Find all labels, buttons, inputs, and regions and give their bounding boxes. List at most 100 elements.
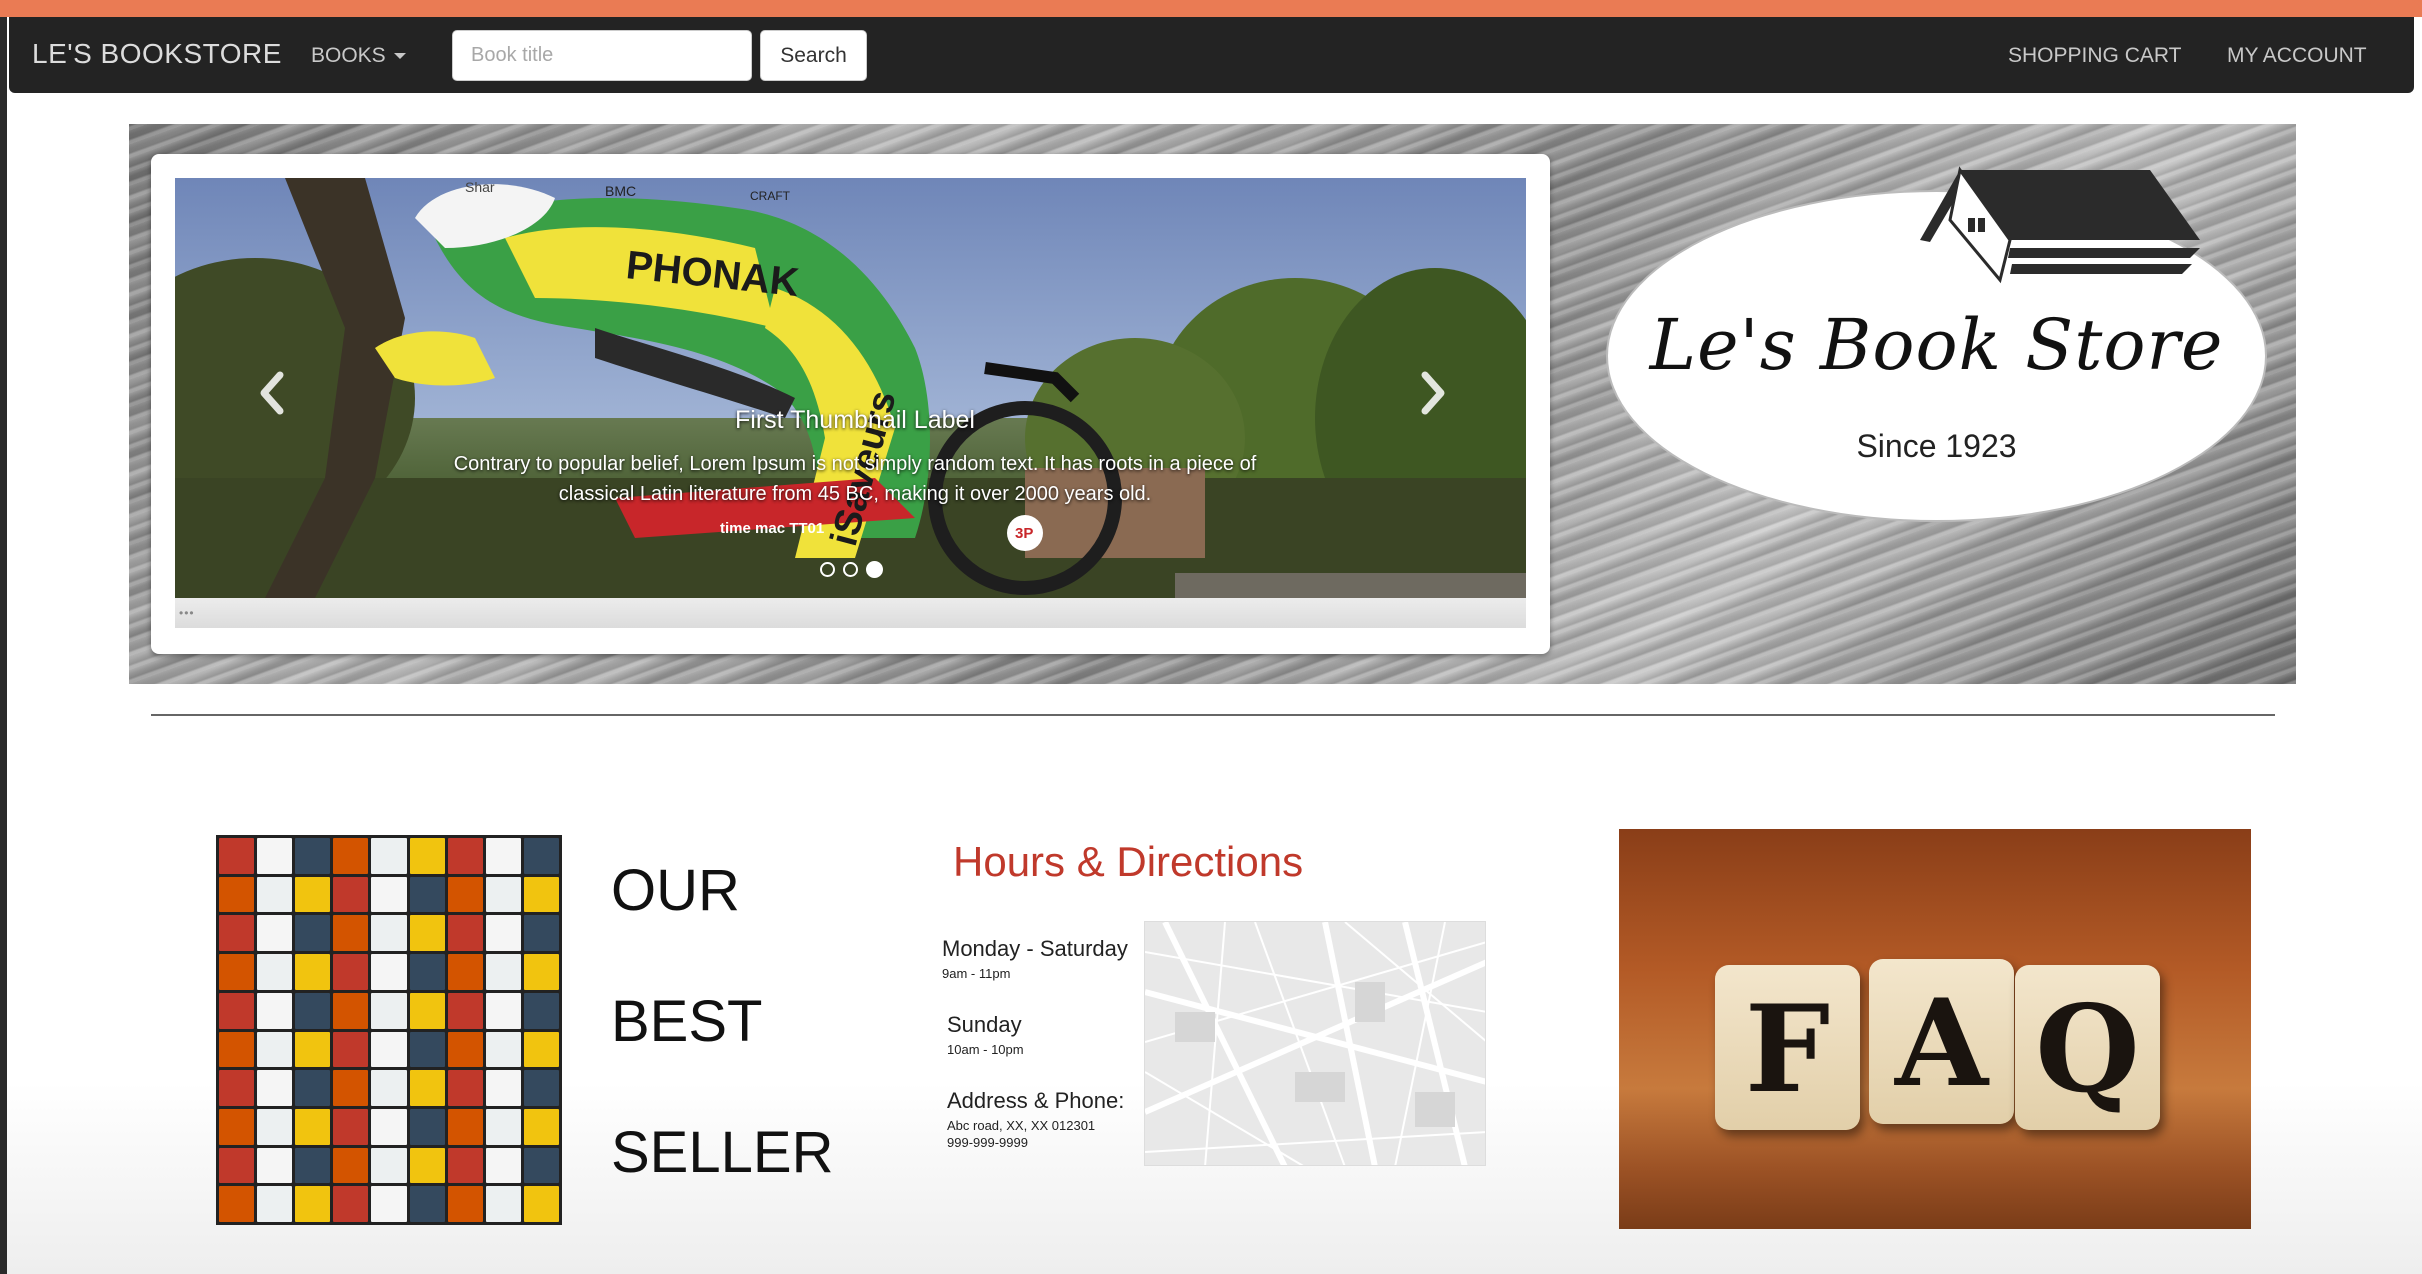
faq-block-f: F <box>1715 965 1860 1130</box>
carousel-prev-button[interactable] <box>250 363 290 423</box>
address-text: Abc road, XX, XX 012301 <box>947 1118 1096 1133</box>
my-account-link[interactable]: MY ACCOUNT <box>2227 44 2367 68</box>
caret-down-icon <box>393 53 406 60</box>
book-title-search-input[interactable] <box>452 30 752 81</box>
book-cover <box>371 876 407 913</box>
books-dropdown[interactable]: BOOKS <box>311 44 406 68</box>
book-cover <box>485 1031 521 1068</box>
book-cover <box>485 1070 521 1106</box>
book-cover <box>295 1108 331 1145</box>
faq-block-q: Q <box>2015 965 2160 1130</box>
book-cover <box>523 1108 559 1145</box>
book-cover <box>371 992 407 1029</box>
carousel-indicator-2[interactable] <box>843 562 858 577</box>
street-map-graphic <box>1145 922 1485 1165</box>
caption-title: First Thumbnail Label <box>735 406 975 434</box>
book-cover <box>257 915 293 952</box>
directions-map[interactable] <box>1144 921 1486 1166</box>
book-cover <box>295 915 331 952</box>
book-cover <box>219 838 255 874</box>
book-cover <box>333 992 369 1029</box>
book-cover <box>257 876 293 913</box>
carousel-next-button[interactable] <box>1415 363 1455 423</box>
weekday-time: 9am - 11pm <box>942 966 1011 981</box>
bestseller-word-our[interactable]: OUR <box>611 857 740 924</box>
bestseller-books-image[interactable] <box>216 835 562 1225</box>
book-cover <box>447 992 483 1029</box>
chevron-right-icon <box>1421 371 1445 415</box>
store-logo-since: Since 1923 <box>1856 428 2017 464</box>
book-cover <box>523 915 559 952</box>
book-cover <box>333 1070 369 1106</box>
brand-link[interactable]: LE'S BOOKSTORE <box>32 38 282 70</box>
book-cover <box>219 1147 255 1184</box>
hub-logo-text: 3P <box>1015 525 1033 542</box>
book-cover <box>523 992 559 1029</box>
carousel-indicator-3-active[interactable] <box>866 561 883 578</box>
store-logo-name: Le's Book Store <box>1649 304 2224 386</box>
book-cover <box>333 1147 369 1184</box>
section-divider <box>151 714 2275 716</box>
book-cover <box>485 1147 521 1184</box>
book-cover <box>523 876 559 913</box>
bestseller-word-seller[interactable]: SELLER <box>611 1119 833 1186</box>
book-cover <box>295 1147 331 1184</box>
book-cover <box>333 876 369 913</box>
book-cover <box>219 1186 255 1222</box>
book-cover <box>219 876 255 913</box>
book-cover <box>485 954 521 990</box>
carousel-footer-bar: ••• <box>175 598 1526 628</box>
book-cover <box>371 1031 407 1068</box>
book-cover <box>409 1070 445 1106</box>
phone-text: 999-999-9999 <box>947 1135 1028 1150</box>
top-accent-stripe <box>0 0 2422 17</box>
book-cover <box>409 1031 445 1068</box>
book-cover <box>219 1108 255 1145</box>
book-cover <box>447 876 483 913</box>
book-cover <box>409 1147 445 1184</box>
helmet-text: Shar <box>465 179 495 195</box>
book-cover <box>371 954 407 990</box>
book-cover <box>295 876 331 913</box>
search-button[interactable]: Search <box>760 30 867 81</box>
book-cover <box>295 838 331 874</box>
book-cover <box>371 1186 407 1222</box>
book-cover <box>257 992 293 1029</box>
book-cover <box>447 915 483 952</box>
hours-directions-title[interactable]: Hours & Directions <box>953 838 1303 886</box>
shopping-cart-link[interactable]: SHOPPING CART <box>2008 44 2181 68</box>
book-cover <box>257 1070 293 1106</box>
carousel-indicator-1[interactable] <box>820 562 835 577</box>
book-cover <box>523 1031 559 1068</box>
navbar: LE'S BOOKSTORE BOOKS Search SHOPPING CAR… <box>9 17 2414 93</box>
books-dropdown-label: BOOKS <box>311 44 386 67</box>
carousel-caption: First Thumbnail Label Contrary to popula… <box>415 406 1295 509</box>
book-cover <box>257 1031 293 1068</box>
book-cover <box>371 838 407 874</box>
house-book-icon <box>1920 166 2200 284</box>
jersey-brand-text: CRAFT <box>750 189 791 203</box>
book-cover <box>523 838 559 874</box>
carousel-indicators <box>820 561 883 578</box>
book-cover <box>371 915 407 952</box>
book-cover <box>333 1186 369 1222</box>
book-cover <box>409 1108 445 1145</box>
book-cover <box>257 1186 293 1222</box>
bestseller-word-best[interactable]: BEST <box>611 988 763 1055</box>
faq-block-a: A <box>1869 959 2014 1124</box>
book-cover <box>485 838 521 874</box>
book-cover <box>219 1070 255 1106</box>
book-cover <box>295 992 331 1029</box>
book-cover <box>447 1147 483 1184</box>
book-cover <box>257 1147 293 1184</box>
book-cover <box>523 954 559 990</box>
book-cover <box>295 1031 331 1068</box>
book-cover <box>447 1186 483 1222</box>
hero-banner: PHONAK iSaveurs BMC Shar CRAFT time mac … <box>129 124 2296 684</box>
sunday-label: Sunday <box>947 1012 1022 1037</box>
faq-image[interactable]: F A Q <box>1619 829 2251 1229</box>
book-cover <box>295 1070 331 1106</box>
book-cover <box>485 1186 521 1222</box>
address-phone: Address & Phone: Abc road, XX, XX 012301… <box>947 1088 1124 1151</box>
chevron-left-icon <box>260 371 284 415</box>
